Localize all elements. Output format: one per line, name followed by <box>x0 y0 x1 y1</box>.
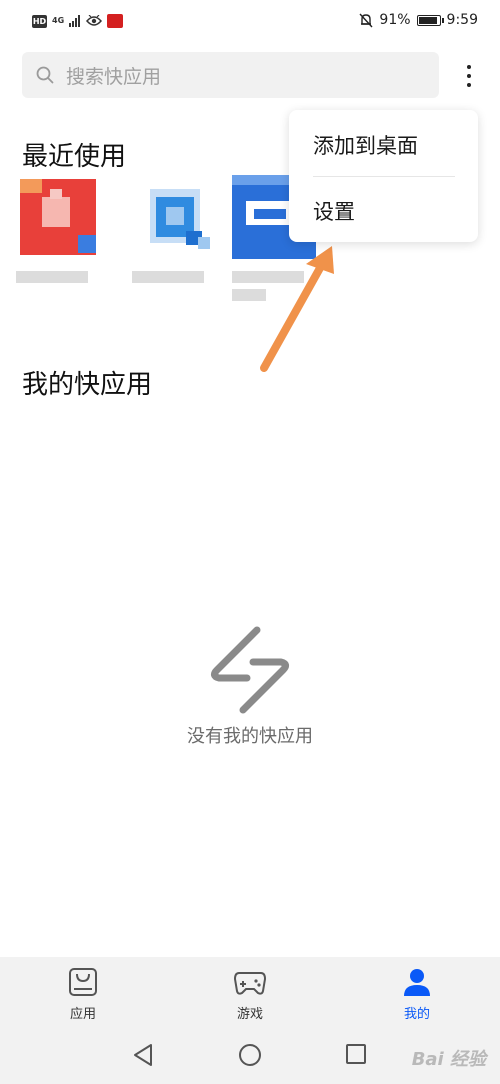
red-app-icon <box>16 175 100 259</box>
menu-item-add-to-desktop[interactable]: 添加到桌面 <box>313 130 418 160</box>
menu-divider <box>313 176 455 177</box>
status-right: 91% 9:59 <box>359 10 478 30</box>
quick-app-logo-icon <box>210 626 290 714</box>
battery-percent: 91% <box>379 12 411 28</box>
gamepad-icon <box>233 972 267 995</box>
recent-app-item[interactable] <box>16 175 100 283</box>
clock: 9:59 <box>446 12 478 28</box>
more-options-button[interactable] <box>456 56 482 96</box>
blue-search-app-icon <box>132 175 216 259</box>
tab-label: 我的 <box>403 1007 430 1022</box>
more-dot-icon <box>467 65 471 69</box>
home-icon[interactable] <box>238 1043 262 1067</box>
status-bar: HD 4G 91% 9:59 <box>0 0 500 40</box>
notification-app-icon <box>107 14 124 28</box>
hd-badge: HD <box>32 14 47 28</box>
my-apps-section-title: 我的快应用 <box>22 370 153 400</box>
battery-icon <box>416 14 444 26</box>
tab-games[interactable]: 游戏 <box>190 957 310 1029</box>
search-icon <box>36 66 54 84</box>
search-placeholder: 搜索快应用 <box>66 65 162 88</box>
overflow-menu: 添加到桌面 设置 <box>289 110 478 242</box>
tab-apps[interactable]: 应用 <box>23 957 143 1029</box>
bell-muted-icon <box>359 13 373 27</box>
more-dot-icon <box>467 74 471 78</box>
status-left: HD 4G <box>32 12 124 30</box>
bottom-tab-bar: 应用 游戏 我的 <box>0 957 500 1029</box>
signal-icon <box>69 15 81 27</box>
recent-app-item[interactable] <box>132 175 216 283</box>
app-name-blurred <box>132 271 204 283</box>
system-navigation-bar: Bai 经验 <box>0 1029 500 1084</box>
recent-section-title: 最近使用 <box>22 142 127 172</box>
recents-icon[interactable] <box>345 1043 367 1065</box>
tab-mine[interactable]: 我的 <box>357 957 477 1029</box>
more-dot-icon <box>467 83 471 87</box>
app-name-blurred <box>16 271 88 283</box>
menu-item-settings[interactable]: 设置 <box>313 196 355 226</box>
empty-state-text: 没有我的快应用 <box>187 726 313 747</box>
tab-label: 游戏 <box>236 1007 263 1022</box>
person-icon <box>404 969 430 996</box>
orange-arrow-annotation <box>260 246 334 372</box>
back-icon[interactable] <box>132 1043 154 1067</box>
watermark-logo: Bai 经验 <box>411 1049 486 1070</box>
network-type: 4G <box>52 16 65 25</box>
eye-icon <box>86 15 103 26</box>
tab-label: 应用 <box>69 1007 96 1022</box>
search-input[interactable]: 搜索快应用 <box>22 52 439 98</box>
app-store-icon <box>69 968 97 996</box>
